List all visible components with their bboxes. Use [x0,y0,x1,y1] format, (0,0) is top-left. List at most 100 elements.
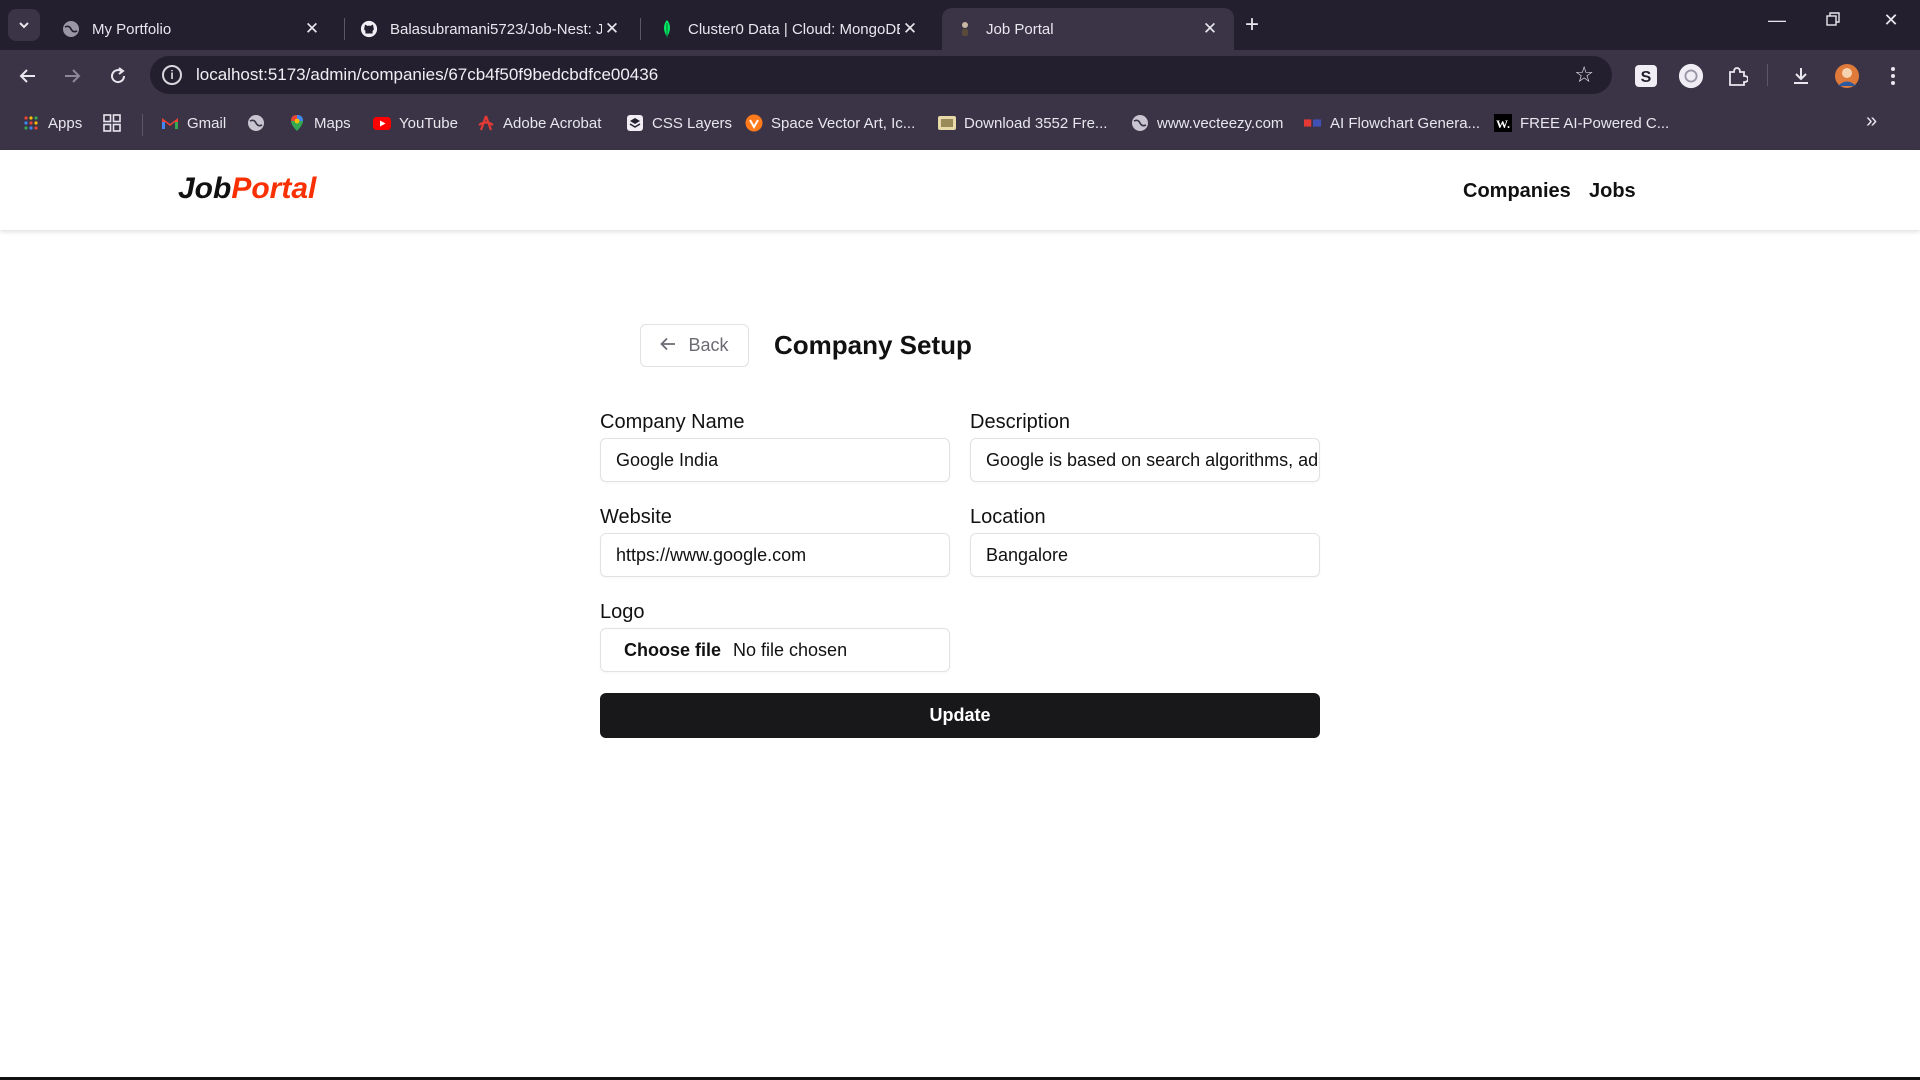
profile-avatar-icon[interactable] [1834,63,1860,89]
close-icon[interactable]: ✕ [1200,19,1220,39]
app-logo[interactable]: JobPortal [178,172,316,206]
acrobat-icon [477,114,495,132]
tab-title: Cluster0 Data | Cloud: MongoDB [688,20,900,38]
reload-icon[interactable] [104,62,132,90]
location-label: Location [970,506,1046,528]
company-name-input[interactable]: Google India [600,438,950,482]
restore-icon[interactable] [1818,10,1848,31]
tab-github[interactable]: Balasubramani5723/Job-Nest: J ✕ [346,8,636,50]
logo-part-job: Job [178,172,232,205]
minimize-icon[interactable]: — [1762,10,1792,31]
app-navbar: JobPortal Companies Jobs [0,150,1920,230]
bookmark-label: Apps [48,114,83,132]
s-extension-icon[interactable]: S [1633,63,1659,89]
bookmark-label: Adobe Acrobat [503,114,602,132]
bookmark-globe[interactable] [247,114,273,132]
maps-pin-icon [288,114,306,132]
vector-art-icon [745,114,763,132]
nav-companies-link[interactable]: Companies [1463,180,1571,203]
new-tab-button[interactable]: + [1245,12,1259,38]
bookmark-apps[interactable]: Apps [22,114,82,132]
globe-icon [62,20,80,38]
w-icon: W. [1494,114,1512,132]
bookmark-label: www.vecteezy.com [1157,114,1284,132]
bookmark-label: Maps [314,114,351,132]
svg-text:W.: W. [1496,117,1510,131]
bookmark-label: FREE AI-Powered C... [1520,114,1670,132]
back-arrow-icon[interactable] [14,62,42,90]
company-name-label: Company Name [600,411,745,433]
choose-file-button[interactable]: Choose file [624,640,721,661]
css-layers-icon [626,114,644,132]
globe-icon [1131,114,1149,132]
tab-my-portfolio[interactable]: My Portfolio ✕ [48,8,336,50]
bookmark-separator [142,114,143,136]
tab-separator [640,18,641,40]
nav-jobs-link[interactable]: Jobs [1589,180,1636,203]
bookmark-vecteezy[interactable]: www.vecteezy.com [1131,114,1283,132]
logo-part-portal: Portal [231,172,317,205]
bookmark-maps[interactable]: Maps [288,114,351,132]
tab-title: My Portfolio [92,20,172,38]
mongodb-leaf-icon [658,20,676,38]
globe-icon [247,114,265,132]
bookmark-label: CSS Layers [652,114,733,132]
tab-title: Balasubramani5723/Job-Nest: J [390,20,602,38]
youtube-icon [373,114,391,132]
forward-arrow-icon[interactable] [58,62,86,90]
tab-bar: My Portfolio ✕ Balasubramani5723/Job-Nes… [0,0,1920,50]
download-icon[interactable] [1788,63,1814,89]
apps-grid-icon [22,114,40,132]
extension-circle-icon[interactable] [1678,63,1704,89]
gmail-icon [161,114,179,132]
tab-job-portal[interactable]: Job Portal ✕ [942,8,1234,50]
logo-file-input[interactable]: Choose file No file chosen [600,628,950,672]
chevron-down-icon [19,22,29,29]
back-button-label: Back [688,335,729,355]
bookmark-space-vector-art[interactable]: Space Vector Art, Ic... [745,114,915,132]
bookmark-free-ai-powered[interactable]: W. FREE AI-Powered C... [1494,114,1669,132]
close-window-icon[interactable]: ✕ [1876,10,1906,31]
bookmark-adobe-acrobat[interactable]: Adobe Acrobat [477,114,601,132]
flowchart-icon [1304,114,1322,132]
bookmark-star-icon[interactable]: ☆ [1574,62,1594,88]
toolbar-separator [1767,64,1768,86]
back-button[interactable]: Back [640,324,749,367]
website-input[interactable]: https://www.google.com [600,533,950,577]
url-text[interactable]: localhost:5173/admin/companies/67cb4f50f… [196,65,658,85]
tab-title: Job Portal [986,20,1054,38]
site-favicon-icon [956,20,974,38]
address-bar[interactable]: i localhost:5173/admin/companies/67cb4f5… [150,56,1612,94]
close-icon[interactable]: ✕ [900,19,920,39]
bookmark-gmail[interactable]: Gmail [161,114,226,132]
site-info-icon[interactable]: i [162,65,182,85]
bookmark-ai-flowchart[interactable]: AI Flowchart Genera... [1304,114,1480,132]
description-input[interactable]: Google is based on search algorithms, ad [970,438,1320,482]
bookmarks-bar: Apps Gmail Maps YouTube Adobe Acrobat CS… [0,100,1920,150]
bookmark-label: Gmail [187,114,227,132]
website-label: Website [600,506,672,528]
bookmark-download-3552[interactable]: Download 3552 Fre... [938,114,1107,132]
tab-mongodb[interactable]: Cluster0 Data | Cloud: MongoDB ✕ [644,8,934,50]
tab-search-button[interactable] [8,9,40,41]
close-icon[interactable]: ✕ [302,19,322,39]
extensions-puzzle-icon[interactable] [1724,63,1750,89]
tab-groups-icon [103,114,121,132]
page-title: Company Setup [774,330,972,360]
bookmark-label: Download 3552 Fre... [964,114,1108,132]
arrow-left-icon [660,335,676,356]
bookmark-label: YouTube [399,114,458,132]
bookmark-tab-groups[interactable] [103,114,129,132]
close-icon[interactable]: ✕ [602,19,622,39]
update-button[interactable]: Update [600,693,1320,738]
location-input[interactable]: Bangalore [970,533,1320,577]
bookmark-label: AI Flowchart Genera... [1330,114,1481,132]
logo-label: Logo [600,601,645,623]
bookmark-youtube[interactable]: YouTube [373,114,458,132]
more-bookmarks-icon[interactable]: » [1866,110,1877,133]
bookmark-label: Space Vector Art, Ic... [771,114,916,132]
description-label: Description [970,411,1071,433]
menu-dots-icon[interactable] [1880,63,1906,89]
svg-text:S: S [1641,69,1652,86]
bookmark-css-layers[interactable]: CSS Layers [626,114,732,132]
